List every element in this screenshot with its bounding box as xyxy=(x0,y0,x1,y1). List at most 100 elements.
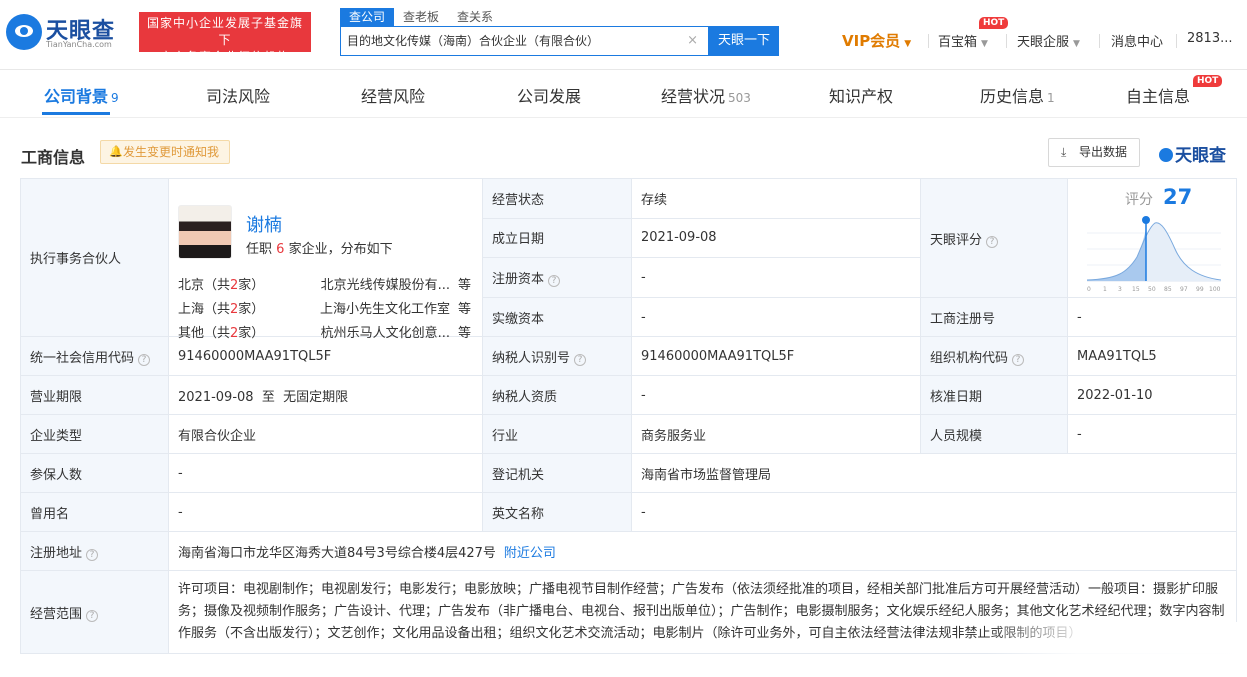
tab-operation-risk[interactable]: 经营风险 xyxy=(361,83,425,107)
tab-self-info[interactable]: 自主信息 xyxy=(1126,83,1190,107)
score-distribution-chart: 0 1 3 15 50 85 97 99 100 xyxy=(1087,216,1221,293)
reg-no-value: - xyxy=(1067,297,1237,337)
question-icon[interactable]: ? xyxy=(86,548,99,561)
question-icon[interactable]: ? xyxy=(1012,353,1025,366)
table-row: 统一社会信用代码? 91460000MAA91TQL5F 纳税人识别号? 914… xyxy=(20,336,1237,376)
search-button[interactable]: 天眼一下 xyxy=(709,26,779,56)
paid-capital-value: - xyxy=(631,297,921,337)
staff-size-value: - xyxy=(1067,414,1237,454)
divider xyxy=(1176,34,1177,48)
tab-search-boss[interactable]: 查老板 xyxy=(394,8,448,26)
region-more-link[interactable]: 等 xyxy=(458,274,471,293)
search-tabs: 查公司 查老板 查关系 xyxy=(340,8,502,26)
org-code-label: 组织机构代码 xyxy=(930,350,1009,366)
region-company-link[interactable]: 上海小先生文化工作室 xyxy=(310,298,450,317)
company-type-label: 企业类型 xyxy=(20,414,169,454)
export-label: 导出数据 xyxy=(1079,145,1128,159)
question-icon[interactable]: ? xyxy=(986,235,999,248)
baibaoxiang-menu[interactable]: 百宝箱 ▼ xyxy=(938,31,988,50)
question-icon[interactable]: ? xyxy=(86,609,99,622)
caret-down-icon: ▼ xyxy=(1073,39,1080,49)
org-code-label-cell: 组织机构代码? xyxy=(920,336,1068,376)
top-header: 天眼查 TianYanCha.com 国家中小企业发展子基金旗下 官方备案企业征… xyxy=(0,0,1247,70)
table-row: 执行事务合伙人 谢楠 任职 6 家企业，分布如下 北京（共2家） 北京光线传媒股… xyxy=(20,178,1237,341)
table-row: 参保人数 - 登记机关 海南省市场监督管理局 xyxy=(20,453,1237,493)
score-value: 27 xyxy=(1163,185,1193,209)
region-company-link[interactable]: 北京光线传媒股份有... xyxy=(310,274,450,293)
tab-judicial-risk[interactable]: 司法风险 xyxy=(206,83,270,107)
tab-search-company[interactable]: 查公司 xyxy=(340,8,395,26)
avatar[interactable] xyxy=(178,204,232,259)
question-icon[interactable]: ? xyxy=(574,353,587,366)
region-more-link[interactable]: 等 xyxy=(458,298,471,317)
english-name-label: 英文名称 xyxy=(482,492,632,532)
reg-capital-label: 注册资本 xyxy=(492,272,545,288)
partner-name-link[interactable]: 谢楠 xyxy=(246,211,282,237)
tab-company-background[interactable]: 公司背景 9 xyxy=(44,83,119,107)
tab-count: 1 xyxy=(1047,91,1055,105)
tianyancha-logo[interactable]: 天眼查 TianYanCha.com xyxy=(6,10,130,56)
tab-company-development[interactable]: 公司发展 xyxy=(517,83,581,107)
staff-size-label: 人员规模 xyxy=(920,414,1068,454)
tab-search-relation[interactable]: 查关系 xyxy=(448,8,502,26)
user-account-menu[interactable]: 2813... xyxy=(1187,31,1232,46)
score-title: 评分 xyxy=(1125,192,1153,208)
tab-history-info[interactable]: 历史信息 1 xyxy=(980,83,1055,107)
paid-capital-label: 实缴资本 xyxy=(482,297,632,337)
divider xyxy=(1099,34,1100,48)
taxpayer-qual-label: 纳税人资质 xyxy=(482,375,632,415)
tab-operating-status[interactable]: 经营状况 503 xyxy=(661,83,751,107)
region-name: 上海（共2家） xyxy=(178,301,265,317)
notify-label: 发生变更时通知我 xyxy=(123,145,220,159)
eye-logo-icon xyxy=(6,14,42,50)
slogan-line-2: 官方备案企业征信机构 xyxy=(159,50,290,64)
status-value: 存续 xyxy=(631,178,921,219)
tab-label: 知识产权 xyxy=(829,87,894,106)
tick-label: 99 xyxy=(1196,286,1204,293)
company-count[interactable]: 6 xyxy=(276,242,284,257)
clear-icon[interactable]: × xyxy=(687,33,698,48)
region-name: 北京（共2家） xyxy=(178,277,265,293)
scope-label-cell: 经营范围? xyxy=(20,570,169,654)
tick-label: 50 xyxy=(1148,286,1156,293)
vip-menu[interactable]: VIP会员 ▼ xyxy=(842,30,911,51)
score-cell: 评分 27 0 1 3 15 50 85 97 99 100 xyxy=(1067,178,1237,298)
score-label-cell: 天眼评分? xyxy=(920,178,1068,298)
question-icon[interactable]: ? xyxy=(138,353,151,366)
message-center-link[interactable]: 消息中心 xyxy=(1111,31,1163,50)
tick-label: 3 xyxy=(1118,286,1122,293)
org-code-value: MAA91TQL5 xyxy=(1067,336,1237,376)
approve-date-label: 核准日期 xyxy=(920,375,1068,415)
question-icon[interactable]: ? xyxy=(548,275,561,288)
tab-count: 9 xyxy=(111,91,119,105)
tick-label: 1 xyxy=(1103,286,1107,293)
approve-date-value: 2022-01-10 xyxy=(1067,375,1237,415)
reg-capital-label-cell: 注册资本? xyxy=(482,257,632,298)
credit-code-value: 91460000MAA91TQL5F xyxy=(168,336,483,376)
summary-suffix: 家企业，分布如下 xyxy=(288,241,393,257)
nearby-companies-link[interactable]: 附近公司 xyxy=(504,546,556,561)
tianyan-qifu-menu[interactable]: 天眼企服 ▼ xyxy=(1017,31,1080,50)
reg-capital-value: - xyxy=(631,257,921,298)
tab-label: 历史信息 xyxy=(980,87,1045,106)
credit-code-label-cell: 统一社会信用代码? xyxy=(20,336,169,376)
founded-label: 成立日期 xyxy=(482,217,632,259)
divider xyxy=(928,34,929,48)
export-data-button[interactable]: ⤓ 导出数据 xyxy=(1048,138,1140,167)
active-tab-underline xyxy=(42,112,110,115)
score-widget[interactable]: 评分 27 0 1 3 15 50 85 97 99 100 xyxy=(1077,179,1227,297)
section-title: 工商信息 xyxy=(21,148,86,167)
notify-on-change-button[interactable]: 🔔 发生变更时通知我 xyxy=(100,140,230,164)
bell-icon: 🔔 xyxy=(109,145,123,158)
tab-intellectual-property[interactable]: 知识产权 xyxy=(829,83,893,107)
business-info-table: 执行事务合伙人 谢楠 任职 6 家企业，分布如下 北京（共2家） 北京光线传媒股… xyxy=(20,178,1237,654)
region-more-link[interactable]: 等 xyxy=(458,322,471,341)
credit-code-label: 统一社会信用代码 xyxy=(30,350,135,366)
search-input[interactable] xyxy=(347,33,677,47)
region-company-link[interactable]: 杭州乐马人文化创意... xyxy=(310,322,450,341)
baibaoxiang-label: 百宝箱 xyxy=(938,35,978,50)
brand-text: 天眼查 xyxy=(1175,146,1226,166)
hot-badge: HOT xyxy=(1193,75,1223,87)
taxpayer-id-label: 纳税人识别号 xyxy=(492,350,571,366)
table-row: 曾用名 - 英文名称 - xyxy=(20,492,1237,532)
